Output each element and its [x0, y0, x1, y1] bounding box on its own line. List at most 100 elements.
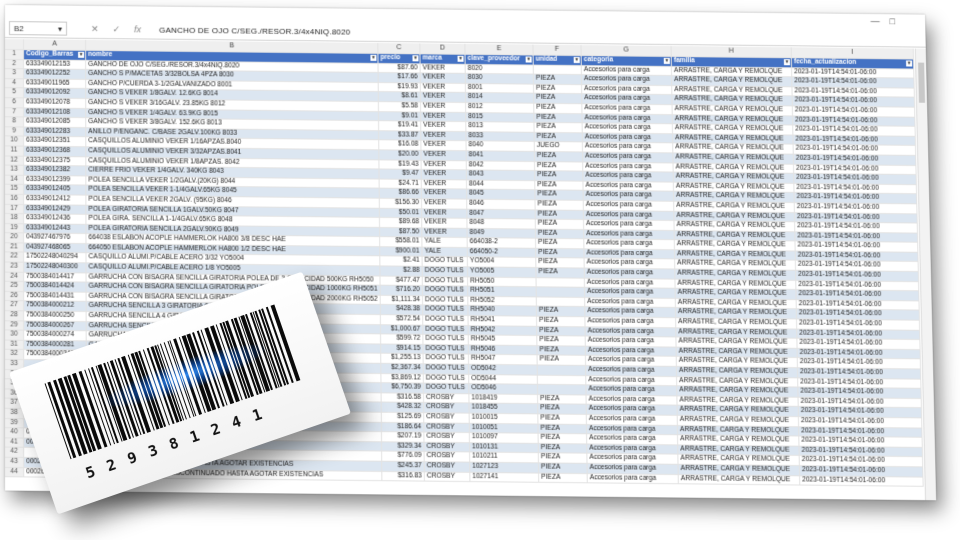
cell-unidad[interactable]: PIEZA	[535, 238, 584, 249]
cell-fecha-actualizacion[interactable]: 2023-01-19T14:54:01-06:00	[793, 183, 917, 195]
header-cell[interactable]: clave_proveedor ▾	[465, 54, 534, 65]
cell-unidad[interactable]: JUEGO	[534, 141, 583, 152]
cell-precio[interactable]: $207.19	[381, 431, 424, 442]
row-number[interactable]: 39	[5, 418, 24, 429]
cell-codigo-barras[interactable]: 633349012375	[23, 155, 86, 167]
cell-precio[interactable]: $428.38	[380, 304, 423, 316]
header-cell[interactable]: unidad ▾	[533, 55, 582, 66]
cell-fecha-actualizacion[interactable]: 2023-01-19T14:54:01-06:00	[791, 86, 915, 98]
cell-fecha-actualizacion[interactable]: 2023-01-19T14:54:01-06:00	[797, 348, 921, 360]
cell-precio[interactable]: $599.72	[380, 334, 423, 345]
cell-unidad[interactable]: PIEZA	[538, 472, 588, 483]
cell-familia[interactable]: ARRASTRE, CARGA Y REMOLQUE	[673, 172, 794, 184]
column-header-c[interactable]: C	[377, 42, 420, 54]
row-number[interactable]: 24	[5, 271, 24, 282]
cell-clave-proveedor[interactable]: RH5040	[467, 305, 537, 317]
cell-fecha-actualizacion[interactable]: 2023-01-19T14:54:01-06:00	[792, 105, 915, 117]
cell-clave-proveedor[interactable]: RH5050	[467, 276, 537, 288]
cell-unidad[interactable]: PIEZA	[535, 228, 584, 239]
cell-precio[interactable]: $86.66	[379, 188, 422, 199]
cell-unidad[interactable]: PIEZA	[537, 355, 586, 366]
cell-precio[interactable]: $17.66	[378, 72, 421, 83]
cell-clave-proveedor[interactable]: 1010015	[469, 413, 538, 424]
cell-fecha-actualizacion[interactable]: 2023-01-19T14:54:01-06:00	[796, 338, 921, 350]
row-number[interactable]: 7	[5, 107, 24, 118]
cell-precio[interactable]: $245.37	[381, 461, 425, 472]
cell-fecha-actualizacion[interactable]: 2023-01-19T14:54:01-06:00	[792, 125, 916, 137]
cell-familia[interactable]: ARRASTRE, CARGA Y REMOLQUE	[677, 434, 799, 446]
cell-clave-proveedor[interactable]: 1027141	[469, 471, 539, 483]
cell-codigo-barras[interactable]: 633349012252	[23, 68, 86, 80]
cell-precio[interactable]: $19.93	[378, 82, 421, 93]
cell-precio[interactable]: $329.34	[381, 441, 425, 452]
cell-familia[interactable]: ARRASTRE, CARGA Y REMOLQUE	[675, 298, 797, 310]
row-number[interactable]: 4	[5, 78, 24, 89]
cell-unidad[interactable]: PIEZA	[534, 190, 584, 201]
cell-familia[interactable]: ARRASTRE, CARGA Y REMOLQUE	[674, 278, 796, 290]
cell-marca[interactable]: YALE	[421, 246, 468, 258]
row-number[interactable]: 10	[5, 136, 24, 147]
cell-unidad[interactable]: PIEZA	[535, 209, 584, 220]
cell-marca[interactable]: DOGO TULS	[422, 276, 468, 287]
cell-familia[interactable]: ARRASTRE, CARGA Y REMOLQUE	[672, 133, 794, 145]
cell-unidad[interactable]: PIEZA	[538, 443, 587, 454]
cell-clave-proveedor[interactable]: 8040	[466, 141, 535, 152]
cell-marca[interactable]: CROSBY	[423, 422, 470, 433]
cell-clave-proveedor[interactable]: 8015	[465, 112, 534, 123]
cell-clave-proveedor[interactable]: 8044	[466, 179, 535, 191]
cell-precio[interactable]: $89.68	[379, 217, 422, 228]
cell-clave-proveedor[interactable]: RH5047	[468, 354, 538, 365]
cell-familia[interactable]: ARRASTRE, CARGA Y REMOLQUE	[677, 444, 800, 456]
cell-familia[interactable]: ARRASTRE, CARGA Y REMOLQUE	[676, 385, 799, 397]
cell-fecha-actualizacion[interactable]: 2023-01-19T14:54:01-06:00	[799, 455, 923, 467]
row-number[interactable]: 8	[5, 116, 24, 127]
cell-categoria[interactable]: Accesorios para carga	[583, 200, 674, 211]
cell-unidad[interactable]: PIEZA	[535, 248, 585, 259]
cell-unidad[interactable]: PIEZA	[536, 306, 585, 317]
cell-marca[interactable]: VEKER	[420, 101, 466, 113]
cell-clave-proveedor[interactable]: RH5041	[468, 315, 537, 326]
cell-clave-proveedor[interactable]: 1018455	[469, 403, 538, 414]
cell-marca[interactable]: VEKER	[420, 130, 467, 142]
cell-clave-proveedor[interactable]: 8049	[467, 228, 536, 239]
cell-codigo-barras[interactable]: 17502248040294	[23, 252, 87, 263]
cell-categoria[interactable]: Accesorios para carga	[585, 336, 677, 347]
cell-precio[interactable]: $2.88	[379, 265, 423, 277]
cell-familia[interactable]: ARRASTRE, CARGA Y REMOLQUE	[675, 337, 798, 349]
cell-precio[interactable]: $24.71	[379, 178, 422, 189]
cell-clave-proveedor[interactable]: 8014	[465, 92, 534, 104]
cell-fecha-actualizacion[interactable]: 2023-01-19T14:54:01-06:00	[792, 96, 915, 108]
cell-unidad[interactable]: PIEZA	[538, 452, 587, 464]
header-cell[interactable]: familia ▾	[671, 56, 792, 68]
row-number[interactable]: 16	[5, 194, 24, 205]
filter-dropdown-icon[interactable]: ▾	[663, 57, 670, 64]
cell-marca[interactable]: CROSBY	[423, 441, 470, 453]
cell-categoria[interactable]: Accesorios para carga	[586, 394, 678, 406]
cell-categoria[interactable]: Accesorios para carga	[582, 171, 674, 182]
cell-unidad[interactable]: PIEZA	[534, 180, 584, 191]
column-header-e[interactable]: E	[464, 43, 534, 56]
cell-unidad[interactable]	[536, 296, 585, 307]
cell-unidad[interactable]: PIEZA	[534, 170, 583, 181]
cell-fecha-actualizacion[interactable]: 2023-01-19T14:54:01-06:00	[792, 134, 916, 146]
row-number[interactable]: 42	[5, 447, 24, 458]
cell-fecha-actualizacion[interactable]: 2023-01-19T14:54:01-06:00	[794, 212, 918, 224]
cell-codigo-barras[interactable]: 633349012382	[23, 165, 86, 176]
cell-categoria[interactable]: Accesorios para carga	[587, 473, 679, 484]
cell-clave-proveedor[interactable]: RH5045	[468, 334, 537, 346]
cell-clave-proveedor[interactable]: 8048	[466, 218, 536, 229]
cell-fecha-actualizacion[interactable]: 2023-01-19T14:54:01-06:00	[796, 318, 920, 330]
header-cell[interactable]: Codigo_Barras ▾	[23, 49, 86, 60]
cell-familia[interactable]: ARRASTRE, CARGA Y REMOLQUE	[673, 210, 795, 222]
cell-unidad[interactable]: PIEZA	[537, 404, 587, 415]
cell-precio[interactable]: $8.61	[378, 91, 421, 102]
cell-precio[interactable]: $50.01	[379, 207, 422, 218]
cell-precio[interactable]: $572.54	[380, 314, 423, 325]
cell-unidad[interactable]	[536, 277, 585, 288]
cell-marca[interactable]: CROSBY	[423, 393, 470, 404]
cell-precio[interactable]: $16.08	[378, 140, 421, 151]
cell-codigo-barras[interactable]: 633349012108	[23, 107, 86, 118]
cell-precio[interactable]: $776.09	[381, 451, 425, 462]
formula-input[interactable]: GANCHO DE OJO C/SEG./RESOR.3/4x4NIQ.8020	[159, 25, 350, 36]
cell-clave-proveedor[interactable]: 664050-2	[467, 247, 536, 258]
